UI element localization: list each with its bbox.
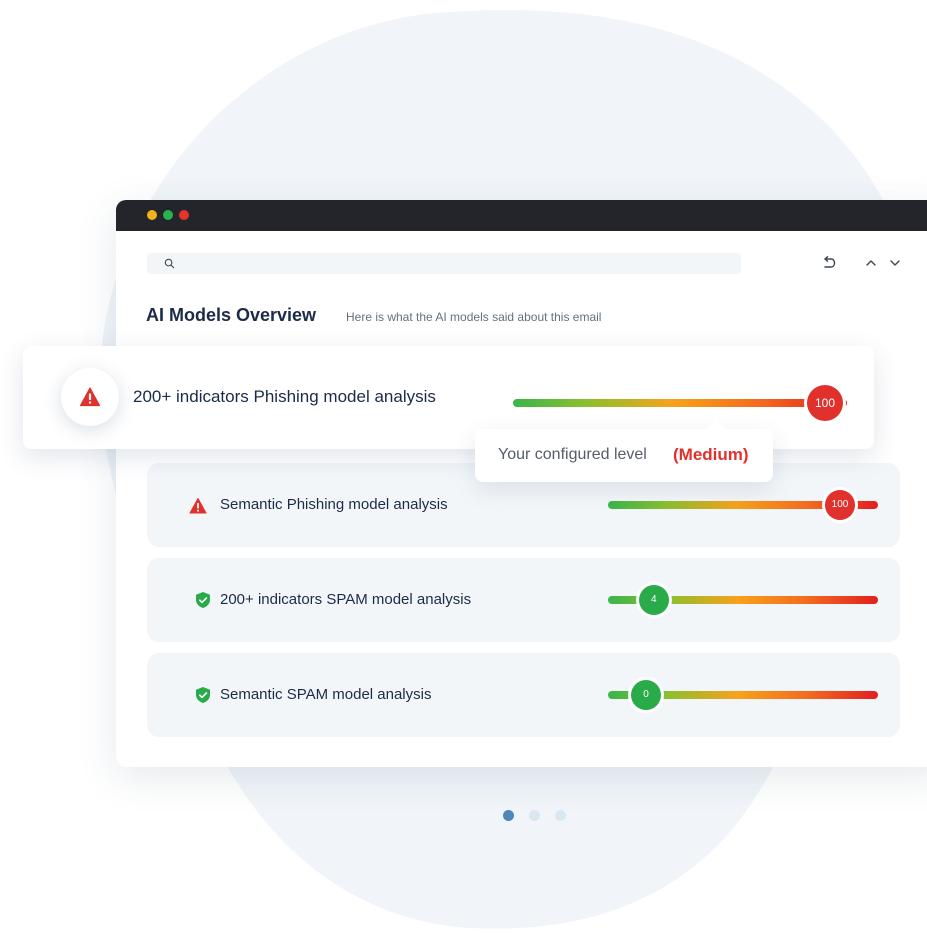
search-input[interactable] <box>183 253 723 274</box>
window-titlebar <box>116 200 927 231</box>
featured-icon-badge <box>61 368 119 426</box>
score-knob[interactable]: 4 <box>638 585 669 615</box>
warning-icon <box>79 387 101 407</box>
chevron-down-icon[interactable] <box>886 254 904 272</box>
model-row-semantic-spam[interactable]: Semantic SPAM model analysis 0 <box>147 653 900 737</box>
featured-model-label: 200+ indicators Phishing model analysis <box>133 387 436 406</box>
model-row-indicators-spam[interactable]: 200+ indicators SPAM model analysis 4 <box>147 558 900 642</box>
search-bar[interactable] <box>147 253 741 274</box>
risk-meter: 0 <box>608 680 878 710</box>
page-subtitle: Here is what the AI models said about th… <box>346 310 602 324</box>
risk-meter: 4 <box>608 585 878 615</box>
window-control-close[interactable] <box>179 210 189 220</box>
tooltip-text: Your configured level <box>498 446 647 463</box>
shield-check-icon <box>196 687 210 703</box>
score-knob[interactable]: 100 <box>825 490 855 520</box>
pager-dot-2[interactable] <box>529 810 540 821</box>
pager-dot-1[interactable] <box>503 810 514 821</box>
app-window: AI Models Overview Here is what the AI m… <box>116 200 927 767</box>
meter-track <box>513 399 847 407</box>
page-title: AI Models Overview <box>146 305 317 325</box>
risk-meter: 100 <box>608 490 878 520</box>
window-control-maximize[interactable] <box>163 210 173 220</box>
tooltip-arrow <box>706 420 726 430</box>
window-control-minimize[interactable] <box>147 210 157 220</box>
row-label: Semantic Phishing model analysis <box>220 496 448 513</box>
tooltip-level: (Medium) <box>673 445 749 464</box>
search-icon <box>164 258 175 269</box>
configured-level-tooltip: Your configured level (Medium) <box>475 420 773 482</box>
warning-icon <box>189 498 207 514</box>
undo-icon[interactable] <box>820 254 838 272</box>
risk-meter: 100 <box>513 384 847 422</box>
score-knob[interactable]: 0 <box>631 680 661 710</box>
pager-dot-3[interactable] <box>555 810 566 821</box>
chevron-up-icon[interactable] <box>862 254 880 272</box>
carousel-pager <box>503 810 573 822</box>
row-label: 200+ indicators SPAM model analysis <box>220 591 472 608</box>
shield-check-icon <box>196 592 210 608</box>
score-knob[interactable]: 100 <box>807 385 843 421</box>
row-label: Semantic SPAM model analysis <box>220 686 432 703</box>
